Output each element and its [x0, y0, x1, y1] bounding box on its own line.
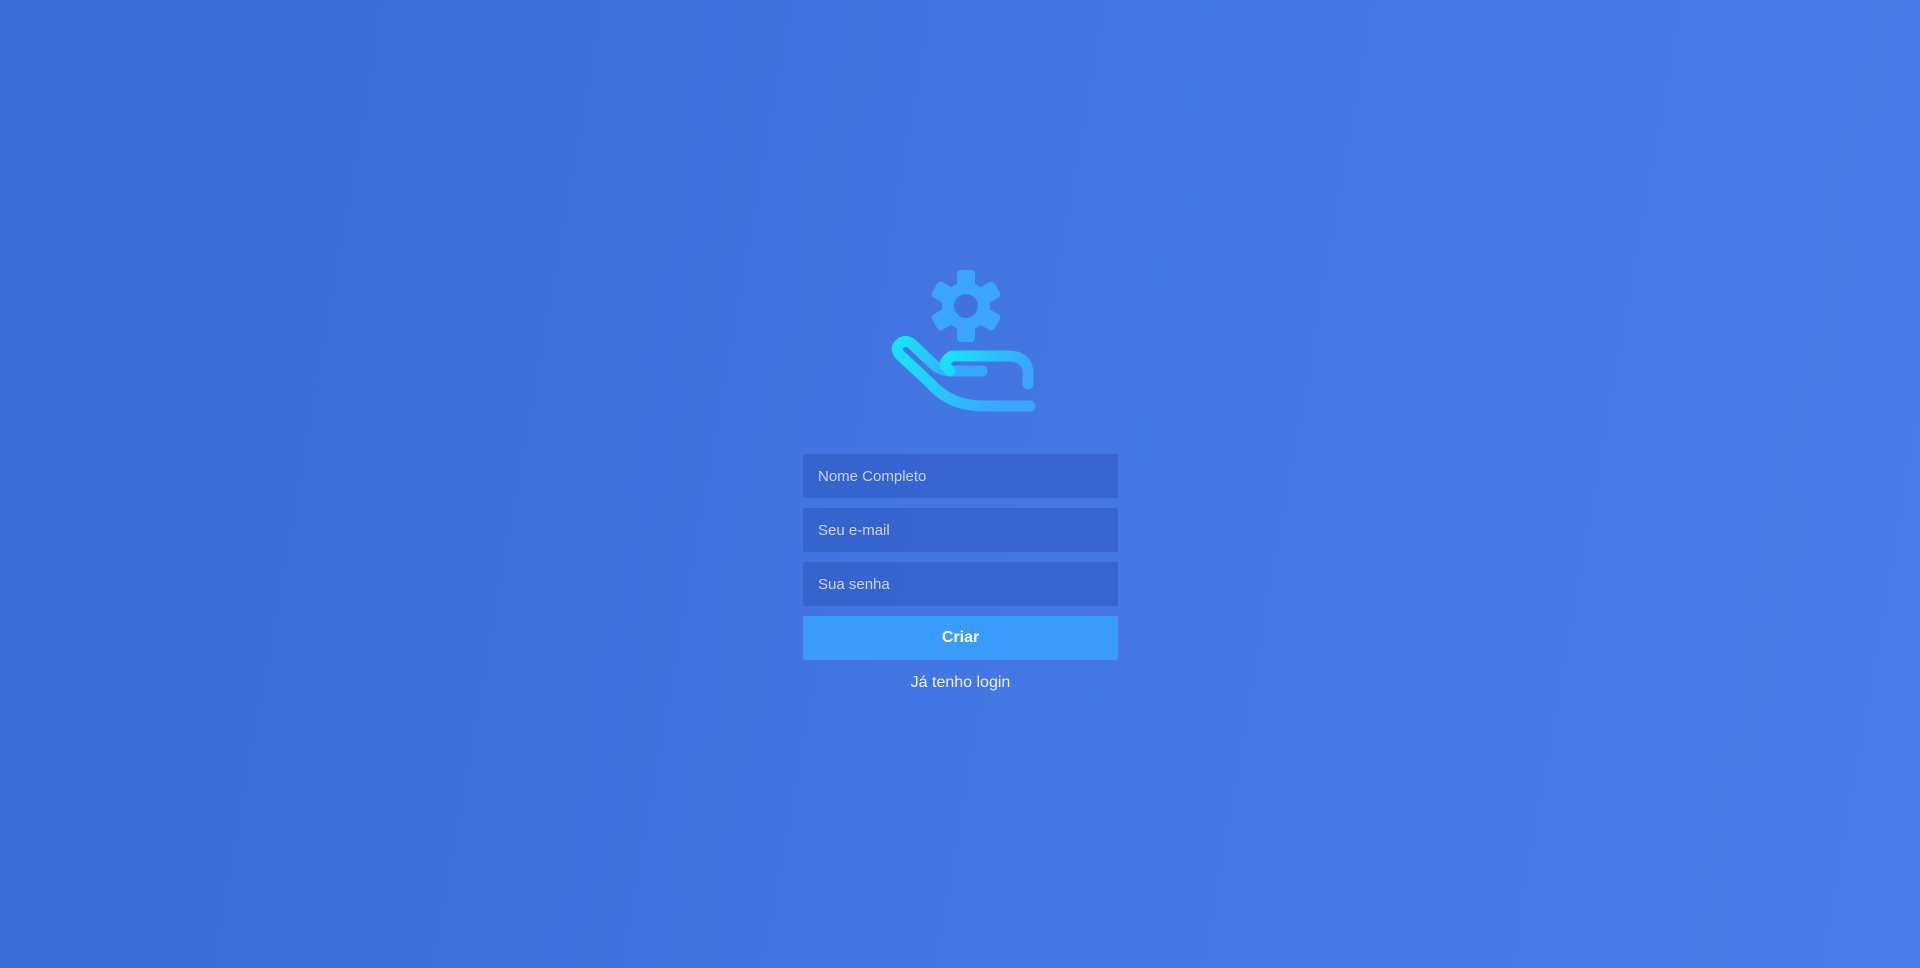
hand-gear-icon [891, 270, 1036, 412]
signup-form: Criar Já tenho login [803, 454, 1118, 692]
already-have-login-link[interactable]: Já tenho login [803, 674, 1118, 692]
hand-icon [891, 335, 1036, 412]
logo [880, 268, 1040, 423]
create-button[interactable]: Criar [803, 616, 1118, 660]
email-input[interactable] [803, 508, 1118, 552]
full-name-input[interactable] [803, 454, 1118, 498]
password-input[interactable] [803, 562, 1118, 606]
gear-icon [931, 270, 1001, 342]
